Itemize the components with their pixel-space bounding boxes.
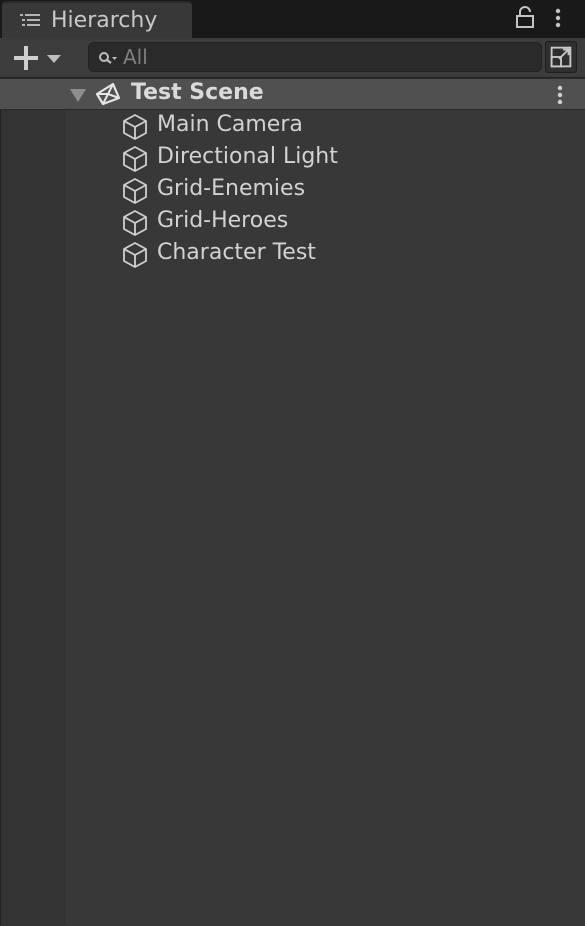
gameobject-cube-icon [123, 146, 147, 172]
tab-bar: Hierarchy [0, 0, 585, 38]
more-options-icon[interactable] [550, 6, 566, 30]
unity-logo-icon [95, 82, 121, 106]
scene-name: Test Scene [131, 80, 264, 105]
hierarchy-item-character-test[interactable]: Character Test [66, 238, 585, 270]
maximize-icon [550, 46, 572, 68]
chevron-down-icon [47, 55, 61, 63]
search-icon [99, 52, 117, 64]
tab-title: Hierarchy [51, 8, 158, 33]
gameobject-cube-icon [123, 242, 147, 268]
scene-options-icon[interactable] [552, 83, 568, 107]
hierarchy-item-main-camera[interactable]: Main Camera [66, 110, 585, 142]
scene-row[interactable]: Test Scene [0, 78, 585, 110]
item-label: Grid-Heroes [157, 208, 289, 233]
item-label: Main Camera [157, 112, 303, 137]
search-field[interactable] [88, 42, 542, 72]
hierarchy-list-icon [20, 14, 40, 26]
hierarchy-toolbar [0, 38, 585, 78]
tab-hierarchy[interactable]: Hierarchy [2, 1, 192, 38]
search-expand-button[interactable] [545, 41, 577, 73]
expand-arrow-icon[interactable] [69, 88, 87, 103]
hierarchy-item-grid-enemies[interactable]: Grid-Enemies [66, 174, 585, 206]
plus-icon [14, 46, 38, 70]
item-label: Directional Light [157, 144, 338, 169]
gameobject-cube-icon [123, 178, 147, 204]
item-label: Character Test [157, 240, 316, 265]
create-dropdown-button[interactable] [10, 43, 68, 73]
hierarchy-item-grid-heroes[interactable]: Grid-Heroes [66, 206, 585, 238]
gameobject-cube-icon [123, 210, 147, 236]
lock-icon[interactable] [514, 5, 536, 29]
hierarchy-item-directional-light[interactable]: Directional Light [66, 142, 585, 174]
tree-gutter [0, 110, 66, 926]
hierarchy-tree: Test Scene Main Camera Directional Light… [0, 78, 585, 926]
gameobject-cube-icon [123, 114, 147, 140]
search-input[interactable] [123, 45, 533, 69]
item-label: Grid-Enemies [157, 176, 306, 201]
